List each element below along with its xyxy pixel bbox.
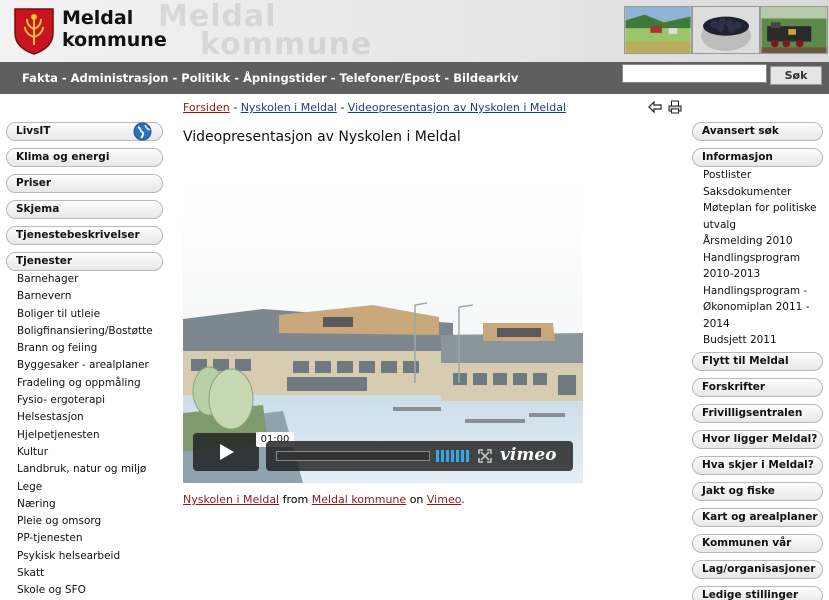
sidebar-button-tjenester[interactable]: Tjenester	[6, 252, 163, 271]
sidebar-button-informasjon[interactable]: Informasjon	[692, 148, 823, 167]
main-navigation: Fakta - Administrasjon - Politikk - Åpningstid…	[22, 71, 518, 85]
nav-politikk[interactable]: Politikk	[181, 71, 230, 85]
site-name-line2: kommune	[62, 29, 167, 51]
tjenester-item[interactable]: PP-tjenesten	[17, 530, 153, 547]
search-button[interactable]: Søk	[770, 66, 822, 85]
site-name-watermark: Meldal kommune	[158, 2, 373, 62]
sidebar-button-hva-skjer-i-meldal[interactable]: Hva skjer i Meldal?	[692, 456, 823, 475]
informasjon-item[interactable]: Saksdokumenter	[703, 184, 828, 201]
tjenester-list: Barnehager Barnevern Boliger til utleie …	[17, 271, 153, 600]
informasjon-item[interactable]: Handlingsprogram 2010-2013	[703, 250, 828, 283]
tjenester-item[interactable]: Fradeling og oppmåling	[17, 375, 153, 392]
volume-icon[interactable]	[436, 450, 470, 462]
nav-fakta[interactable]: Fakta	[22, 71, 58, 85]
sidebar-button-kommunen-var[interactable]: Kommunen vår	[692, 534, 823, 553]
nav-separator: -	[234, 71, 239, 85]
tjenester-item[interactable]: Brann og feiing	[17, 340, 153, 357]
fullscreen-icon[interactable]	[478, 449, 492, 463]
tjenester-item[interactable]: Landbruk, natur og miljø	[17, 461, 153, 478]
blueberries-photo	[692, 6, 760, 54]
breadcrumb-parent-link[interactable]: Nyskolen i Meldal	[241, 101, 337, 114]
municipality-crest-icon[interactable]	[13, 7, 55, 55]
nav-telefoner-epost[interactable]: Telefoner/Epost	[339, 71, 440, 85]
sidebar-button-tjenestebeskrivelser[interactable]: Tjenestebeskrivelser	[6, 226, 163, 245]
breadcrumb-current-link[interactable]: Videopresentasjon av Nyskolen i Meldal	[348, 101, 566, 114]
video-control-bar: vimeo	[266, 441, 573, 471]
nav-separator: -	[61, 71, 67, 85]
tjenester-item[interactable]: Boligfinansiering/Bostøtte	[17, 323, 153, 340]
print-icon[interactable]	[668, 100, 682, 114]
tjenester-item[interactable]: Psykisk helsearbeid	[17, 548, 153, 565]
watermark-line2: kommune	[200, 27, 373, 62]
train-photo	[760, 6, 828, 54]
sidebar-button-avansert-sok[interactable]: Avansert søk	[692, 122, 823, 141]
sidebar-button-forskrifter[interactable]: Forskrifter	[692, 378, 823, 397]
caption-author-link[interactable]: Meldal kommune	[312, 493, 406, 506]
breadcrumb-separator: -	[340, 101, 345, 114]
landscape-photo	[624, 6, 692, 54]
informasjon-item[interactable]: Årsmelding 2010	[703, 233, 828, 250]
nav-separator: -	[172, 71, 178, 85]
page-title: Videopresentasjon av Nyskolen i Meldal	[183, 129, 461, 145]
site-name-line1: Meldal	[62, 7, 134, 29]
sidebar-button-skjema[interactable]: Skjema	[6, 200, 163, 219]
caption-video-link[interactable]: Nyskolen i Meldal	[183, 493, 279, 506]
caption-platform-link[interactable]: Vimeo	[427, 493, 461, 506]
nav-separator: -	[330, 71, 336, 85]
tjenester-item[interactable]: Byggesaker - arealplaner	[17, 357, 153, 374]
breadcrumb-home-link[interactable]: Forsiden	[183, 101, 230, 114]
breadcrumb: Forsiden - Nyskolen i Meldal - Videopres…	[183, 101, 566, 114]
globe-icon	[133, 122, 152, 141]
tjenester-item[interactable]: Barnehager	[17, 271, 153, 288]
tjenester-item[interactable]: Helsestasjon	[17, 409, 153, 426]
search-input[interactable]	[622, 64, 767, 83]
sidebar-button-frivilligsentralen[interactable]: Frivilligsentralen	[692, 404, 823, 423]
tjenester-item[interactable]: Fysio- ergoterapi	[17, 392, 153, 409]
tjenester-item[interactable]: Pleie og omsorg	[17, 513, 153, 530]
back-arrow-icon[interactable]	[648, 100, 662, 114]
sidebar-button-priser[interactable]: Priser	[6, 174, 163, 193]
tjenester-item[interactable]: Skole og SFO	[17, 582, 153, 599]
sidebar-button-jakt-og-fiske[interactable]: Jakt og fiske	[692, 482, 823, 501]
tjenester-item[interactable]: Kultur	[17, 444, 153, 461]
sidebar-button-kart-og-arealplaner[interactable]: Kart og arealplaner	[692, 508, 823, 527]
tjenester-item[interactable]: Boliger til utleie	[17, 306, 153, 323]
informasjon-item[interactable]: Postlister	[703, 167, 828, 184]
sidebar-button-flytt-til-meldal[interactable]: Flytt til Meldal	[692, 352, 823, 371]
sidebar-button-lag-organisasjoner[interactable]: Lag/organisasjoner	[692, 560, 823, 579]
tjenester-item[interactable]: Hjelpetjenesten	[17, 427, 153, 444]
caption-from-text: from	[282, 493, 309, 506]
play-icon	[220, 444, 234, 460]
video-progress-track[interactable]	[276, 451, 430, 461]
nav-apningstider[interactable]: Åpningstider	[243, 71, 327, 85]
informasjon-item[interactable]: Budsjett 2011	[703, 332, 828, 349]
sidebar-button-klima-og-energi[interactable]: Klima og energi	[6, 148, 163, 167]
tjenester-item[interactable]: Skatt	[17, 565, 153, 582]
play-button[interactable]	[193, 433, 259, 471]
nav-bildearkiv[interactable]: Bildearkiv	[453, 71, 518, 85]
nav-administrasjon[interactable]: Administrasjon	[71, 71, 169, 85]
sidebar-button-ledige-stillinger[interactable]: Ledige stillinger	[692, 586, 823, 600]
video-player[interactable]: 01:00 vimeo	[183, 183, 583, 483]
video-caption: Nyskolen i Meldal from Meldal kommune on…	[183, 493, 465, 506]
caption-on-text: on	[409, 493, 424, 506]
informasjon-item[interactable]: Møteplan for politiske utvalg	[703, 200, 828, 233]
informasjon-list: Postlister Saksdokumenter Møteplan for p…	[703, 167, 828, 349]
breadcrumb-separator: -	[233, 101, 238, 114]
site-logo-text[interactable]: Meldal kommune	[62, 7, 167, 51]
nav-separator: -	[444, 71, 450, 85]
sidebar-button-hvor-ligger-meldal[interactable]: Hvor ligger Meldal?	[692, 430, 823, 449]
informasjon-item[interactable]: Handlingsprogram - Økonomiplan 2011 - 20…	[703, 283, 828, 333]
tjenester-item[interactable]: Næring	[17, 496, 153, 513]
caption-period: .	[461, 493, 465, 506]
site-header: Meldal kommune Meldal kommune	[0, 0, 829, 62]
tjenester-item[interactable]: Barnevern	[17, 288, 153, 305]
tjenester-item[interactable]: Lege	[17, 479, 153, 496]
vimeo-logo[interactable]: vimeo	[500, 445, 556, 465]
